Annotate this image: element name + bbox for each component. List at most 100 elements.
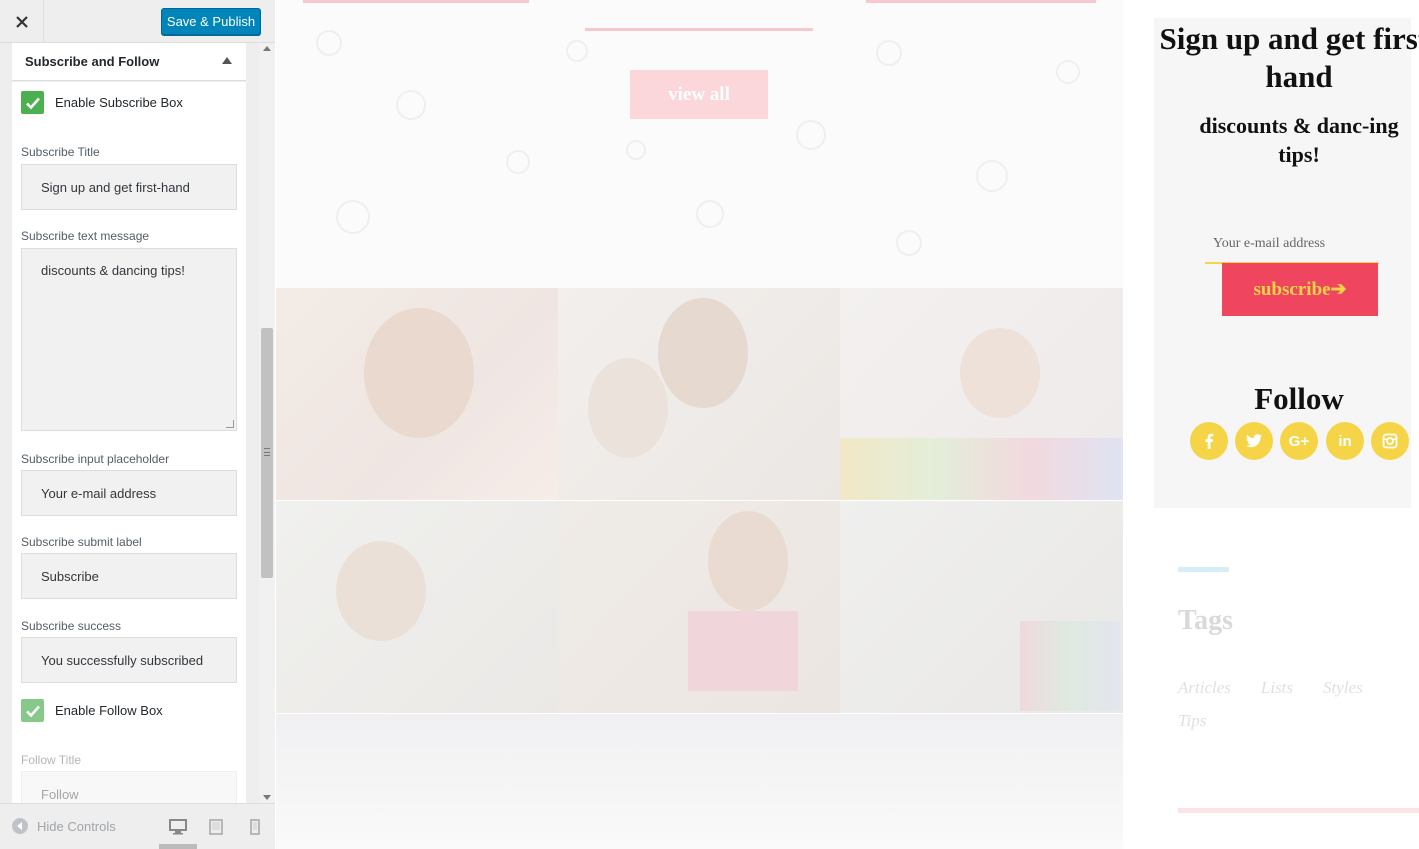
hide-controls-button[interactable]: Hide Controls [12,818,116,834]
scrollbar-thumb[interactable] [261,328,273,578]
resize-grip-icon[interactable] [226,420,234,428]
gallery-photo[interactable] [276,501,558,713]
subscribe-text-textarea[interactable]: discounts & dancing tips! [21,248,237,431]
pattern-doodle [896,230,922,256]
input-placeholder-label: Subscribe input placeholder [21,452,170,466]
subscribe-title-label: Subscribe Title [21,145,100,159]
photo-gallery [276,288,1123,714]
panel-scrollbar[interactable] [259,43,275,803]
pattern-doodle [876,40,902,66]
gallery-photo[interactable] [558,288,840,500]
tablet-icon [209,819,223,835]
divider-line [866,0,1096,3]
photo-subject [658,298,748,408]
submit-label-label: Subscribe submit label [21,535,142,549]
subscribe-text-label: Subscribe text message [21,229,150,243]
gallery-photo[interactable] [558,501,840,713]
linkedin-icon[interactable]: in [1326,422,1364,460]
photo-subject [364,308,474,438]
tablet-preview-button[interactable] [205,816,227,838]
success-input[interactable]: You successfully subscribed [21,637,237,683]
panel-header: Save & Publish [0,0,275,43]
success-label: Subscribe success [21,619,122,633]
pattern-doodle [626,140,646,160]
customizer-panel: Save & Publish Subscribe and Follow Enab… [0,0,275,849]
pattern-doodle [796,120,826,150]
view-all-button[interactable]: view all [630,70,768,119]
tags-widget: Tags Articles Lists Styles Tips [1178,567,1419,817]
pattern-doodle [396,90,426,120]
pattern-doodle [1056,60,1080,84]
section-header[interactable]: Subscribe and Follow [12,43,246,81]
pattern-background: view all [276,0,1123,288]
enable-subscribe-checkbox[interactable] [21,91,44,114]
save-publish-button[interactable]: Save & Publish [161,8,261,35]
google-plus-icon[interactable]: G+ [1280,422,1318,460]
panel-footer: Hide Controls [0,803,275,849]
twitter-icon[interactable] [1235,422,1273,460]
desktop-icon [169,819,187,835]
photo-toys [840,438,1123,500]
subscribe-title: Sign up and get first-hand [1159,21,1419,94]
input-placeholder-input[interactable]: Your e-mail address [21,470,237,516]
scroll-down-icon[interactable] [263,795,271,800]
close-button[interactable] [0,0,44,43]
desktop-preview-button[interactable] [167,816,189,838]
pattern-doodle [336,200,370,234]
follow-title-label: Follow Title [21,753,82,767]
pattern-doodle [976,160,1008,192]
photo-subject [960,328,1040,418]
enable-subscribe-label: Enable Subscribe Box [55,95,183,110]
tag-link[interactable]: Articles [1178,671,1231,704]
photo-subject [336,541,426,641]
photo-shelves [1020,621,1120,711]
tag-link[interactable]: Lists [1261,671,1293,704]
checkmark-icon [25,705,40,717]
mobile-icon [250,819,260,835]
enable-follow-label: Enable Follow Box [55,703,163,718]
scroll-up-icon[interactable] [263,46,271,51]
follow-title-input[interactable]: Follow [21,771,237,803]
photo-subject [588,358,668,458]
mobile-preview-button[interactable] [244,816,266,838]
facebook-icon[interactable] [1190,422,1228,460]
preview-sidebar: Sign up and get first-hand discounts & d… [1123,0,1419,849]
subscribe-email-input[interactable]: Your e-mail address [1205,226,1379,264]
hide-controls-label: Hide Controls [37,818,116,834]
tags-list: Articles Lists Styles Tips [1178,671,1398,737]
collapse-arrow-icon[interactable] [222,57,232,64]
section-title: Subscribe and Follow [25,54,160,69]
social-links: G+ in [1190,422,1419,460]
enable-follow-checkbox[interactable] [21,699,44,722]
close-icon [15,15,28,28]
divider-line [585,28,813,31]
subscribe-message: discounts & danc-ing tips! [1199,113,1399,167]
photo-subject [688,611,798,691]
checkmark-icon [25,97,40,109]
follow-title: Follow [1254,381,1344,416]
divider-line [1178,808,1419,813]
gallery-photo[interactable] [276,288,558,500]
tag-link[interactable]: Styles [1323,671,1363,704]
photo-subject [708,511,788,611]
section-body: Enable Subscribe Box Subscribe Title Sig… [12,82,246,803]
pattern-doodle [506,150,530,174]
enable-subscribe-row[interactable]: Enable Subscribe Box [21,91,183,114]
tag-link[interactable]: Tips [1178,704,1206,737]
subscribe-widget: Sign up and get first-hand discounts & d… [1154,18,1419,508]
gallery-photo[interactable] [840,288,1123,500]
subscribe-text-value: discounts & dancing tips! [41,263,185,278]
subscribe-button[interactable]: subscribe➔ [1222,263,1378,316]
divider-line [303,0,529,3]
active-device-indicator [159,844,197,849]
instagram-icon[interactable] [1371,422,1409,460]
subscribe-title-input[interactable]: Sign up and get first-hand [21,164,237,210]
gallery-photo[interactable] [840,501,1123,713]
site-preview: view all Sign up and get first-hand disc… [276,0,1419,849]
pattern-doodle [316,30,342,56]
controls-scroll-area: Subscribe and Follow Enable Subscribe Bo… [0,43,258,803]
tags-accent-bar [1178,567,1229,572]
submit-label-input[interactable]: Subscribe [21,553,237,599]
enable-follow-row[interactable]: Enable Follow Box [21,699,163,722]
tags-title: Tags [1178,605,1234,636]
